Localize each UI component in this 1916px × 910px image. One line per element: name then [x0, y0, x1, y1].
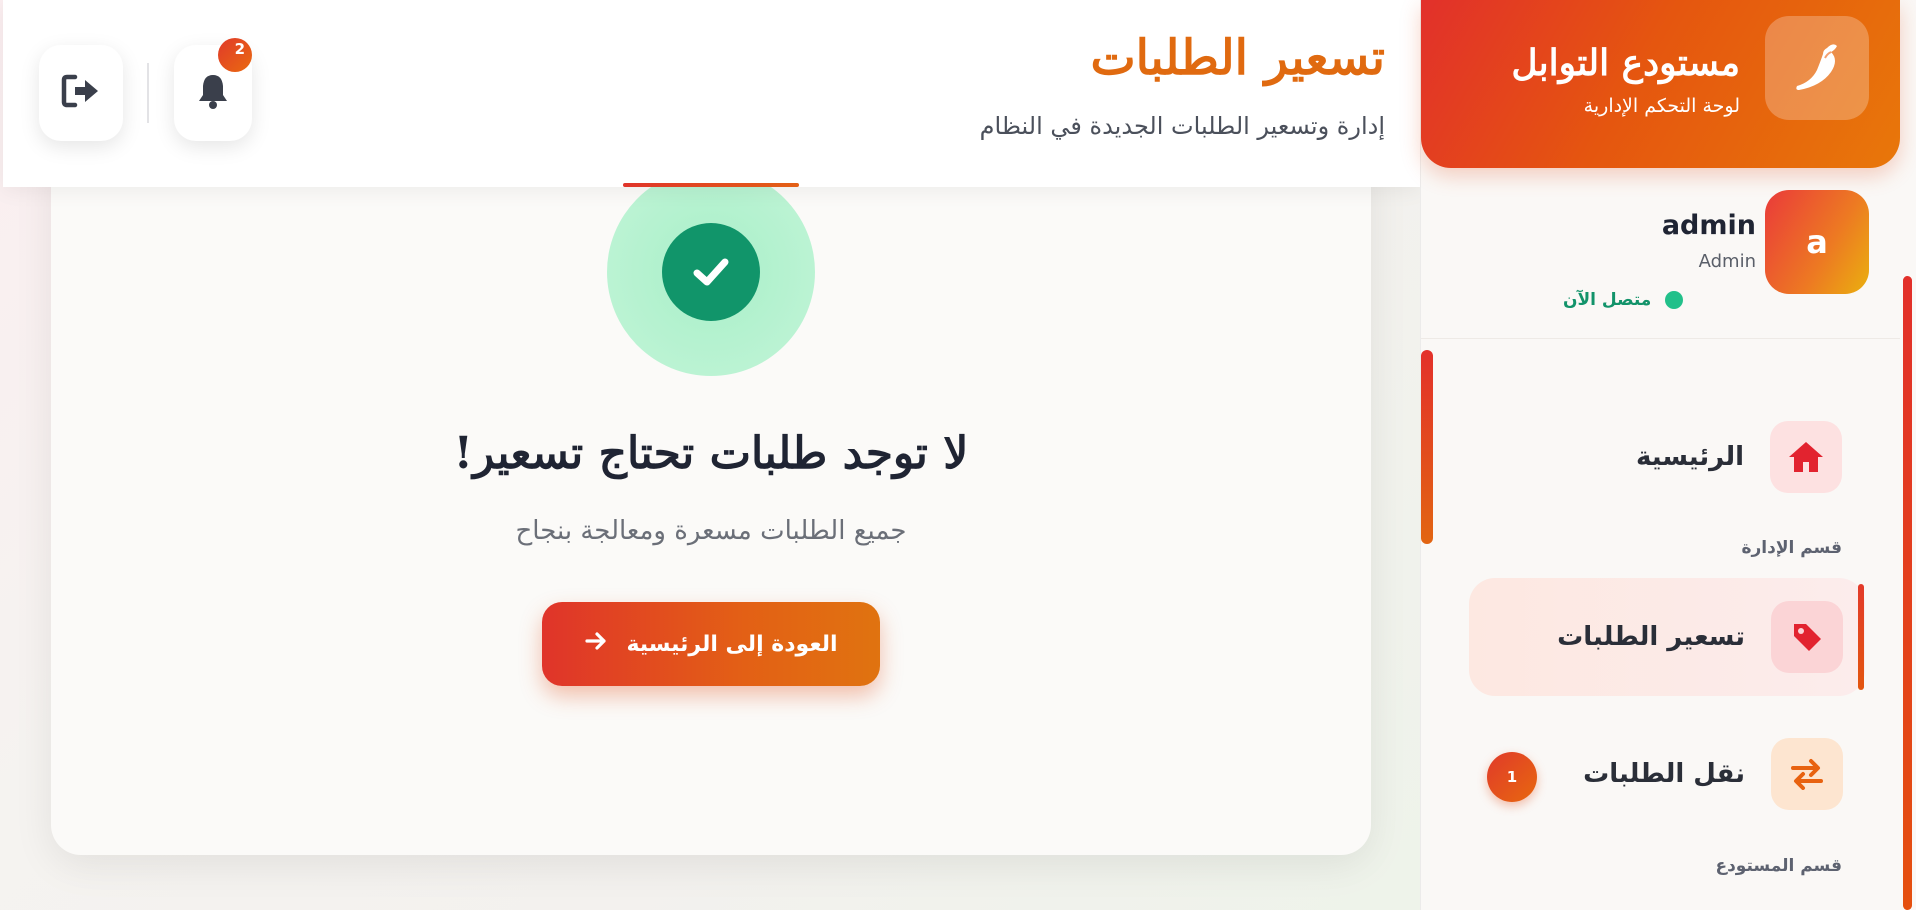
- brand-header: مستودع التوابل لوحة التحكم الإدارية: [1421, 0, 1900, 168]
- sidebar-item-home[interactable]: الرئيسية: [1422, 421, 1842, 493]
- logout-icon: [61, 74, 101, 112]
- empty-state-subtitle: جميع الطلبات مسعرة ومعالجة بنجاح: [515, 516, 907, 546]
- bell-icon: [196, 72, 230, 114]
- user-role: Admin: [1698, 251, 1756, 272]
- header-accent-line: [623, 183, 799, 187]
- sidebar-item-label: تسعير الطلبات: [1557, 622, 1745, 652]
- back-button-label: العودة إلى الرئيسية: [626, 631, 838, 657]
- brand-subtitle: لوحة التحكم الإدارية: [1583, 95, 1740, 117]
- active-indicator: [1858, 584, 1864, 690]
- empty-state-title: لا توجد طلبات تحتاج تسعير!: [453, 428, 969, 479]
- avatar: a: [1765, 190, 1869, 294]
- home-icon: [1770, 421, 1842, 493]
- logout-button[interactable]: [39, 45, 123, 141]
- page-subtitle: إدارة وتسعير الطلبات الجديدة في النظام: [979, 112, 1385, 140]
- sidebar-item-label: الرئيسية: [1635, 442, 1744, 472]
- notifications-badge: 2: [218, 38, 252, 72]
- online-status-dot: [1665, 291, 1684, 309]
- page-scrollbar-thumb[interactable]: [1903, 276, 1912, 910]
- section-label-warehouse: قسم المستودع: [1715, 856, 1842, 876]
- header-divider: [147, 63, 149, 123]
- brand-name: مستودع التوابل: [1511, 42, 1740, 84]
- sidebar-divider: [1421, 338, 1900, 339]
- success-icon-ring: [607, 168, 815, 376]
- transfer-count-badge: 1: [1487, 752, 1537, 802]
- user-status: متصل الآن: [1563, 290, 1803, 310]
- back-to-home-button[interactable]: العودة إلى الرئيسية: [542, 602, 880, 686]
- sidebar: مستودع التوابل لوحة التحكم الإدارية a ad…: [1420, 0, 1916, 910]
- sidebar-item-label: نقل الطلبات: [1583, 759, 1745, 789]
- arrow-right-icon: [584, 629, 608, 659]
- exchange-arrows-icon: [1771, 738, 1843, 810]
- user-name: admin: [1661, 210, 1756, 241]
- user-status-label: متصل الآن: [1563, 290, 1652, 310]
- section-label-admin: قسم الإدارة: [1741, 538, 1842, 558]
- sidebar-item-pricing[interactable]: تسعير الطلبات: [1469, 578, 1865, 696]
- tag-icon: [1771, 601, 1843, 673]
- chili-pepper-icon: [1765, 16, 1869, 120]
- page-title: تسعير الطلبات: [1090, 30, 1385, 86]
- check-circle-icon: [662, 223, 760, 321]
